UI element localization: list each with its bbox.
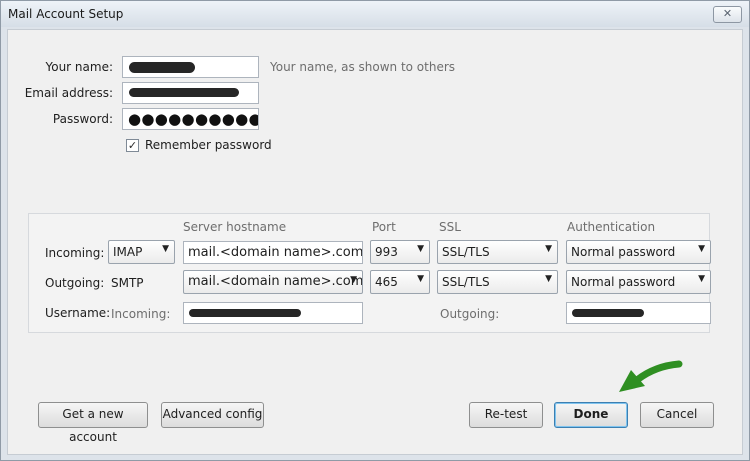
incoming-port-value: 993	[375, 245, 398, 259]
get-new-account-button[interactable]: Get a new account	[38, 402, 148, 444]
advanced-config-label: Advanced config	[162, 407, 263, 421]
header-server-hostname: Server hostname	[183, 220, 287, 234]
username-label: Username:	[45, 306, 111, 320]
outgoing-auth-select[interactable]: Normal password ▼	[566, 270, 711, 294]
incoming-ssl-select[interactable]: SSL/TLS ▼	[437, 240, 558, 264]
close-icon: ✕	[722, 7, 733, 20]
outgoing-ssl-select[interactable]: SSL/TLS ▼	[437, 270, 558, 294]
outgoing-label: Outgoing:	[45, 276, 105, 290]
chevron-down-icon: ▼	[545, 274, 552, 284]
redaction-mark	[129, 62, 195, 73]
incoming-protocol-value: IMAP	[113, 245, 143, 259]
incoming-port-select[interactable]: 993 ▼	[370, 240, 430, 264]
incoming-protocol-select[interactable]: IMAP ▼	[108, 240, 175, 264]
incoming-hostname-value: mail.<domain name>.com	[188, 245, 363, 260]
chevron-down-icon: ▼	[350, 275, 357, 285]
password-mask: ●●●●●●●●●●●●●●●	[128, 110, 258, 128]
outgoing-ssl-value: SSL/TLS	[442, 275, 490, 289]
window-title: Mail Account Setup	[8, 7, 124, 21]
outgoing-protocol: SMTP	[111, 276, 144, 290]
chevron-down-icon: ▼	[162, 244, 169, 254]
outgoing-auth-value: Normal password	[571, 275, 676, 289]
redaction-mark	[189, 309, 301, 317]
outgoing-username-field[interactable]	[566, 302, 711, 324]
get-new-account-label: Get a new account	[62, 407, 124, 444]
chevron-down-icon: ▼	[698, 274, 705, 284]
chevron-down-icon: ▼	[417, 244, 424, 254]
server-settings-panel: Server hostname Port SSL Authentication …	[28, 213, 711, 333]
advanced-config-button[interactable]: Advanced config	[161, 402, 264, 428]
incoming-ssl-value: SSL/TLS	[442, 245, 490, 259]
redaction-mark	[129, 88, 239, 97]
email-field[interactable]	[122, 82, 259, 104]
remember-password-checkbox[interactable]: ✓	[126, 139, 139, 152]
chevron-down-icon: ▼	[417, 274, 424, 284]
green-arrow-icon	[617, 358, 689, 398]
title-bar: Mail Account Setup ✕	[1, 1, 749, 27]
cancel-label: Cancel	[656, 407, 698, 421]
retest-button[interactable]: Re-test	[469, 402, 543, 428]
incoming-auth-value: Normal password	[571, 245, 676, 259]
retest-label: Re-test	[484, 407, 528, 421]
outgoing-hostname-value: mail.<domain name>.com	[188, 274, 363, 289]
header-ssl: SSL	[439, 220, 461, 234]
name-label: Your name:	[45, 60, 113, 74]
done-button[interactable]: Done	[554, 402, 628, 428]
incoming-hostname-field[interactable]: mail.<domain name>.com	[183, 241, 363, 264]
username-outgoing-label: Outgoing:	[440, 307, 500, 321]
chevron-down-icon: ▼	[545, 244, 552, 254]
close-button[interactable]: ✕	[713, 6, 742, 23]
dialog-window: Mail Account Setup ✕ Your name: Your nam…	[0, 0, 750, 461]
outgoing-hostname-combo[interactable]: mail.<domain name>.com ▼	[183, 270, 363, 294]
name-hint: Your name, as shown to others	[270, 60, 456, 74]
redaction-mark	[572, 309, 644, 317]
email-label: Email address:	[24, 86, 113, 100]
incoming-username-field[interactable]	[183, 302, 363, 324]
name-field[interactable]	[122, 56, 259, 78]
header-authentication: Authentication	[567, 220, 656, 234]
chevron-down-icon: ▼	[698, 244, 705, 254]
outgoing-port-value: 465	[375, 275, 398, 289]
incoming-label: Incoming:	[45, 246, 105, 260]
incoming-auth-select[interactable]: Normal password ▼	[566, 240, 711, 264]
header-port: Port	[372, 220, 396, 234]
done-label: Done	[573, 407, 609, 421]
password-label: Password:	[52, 112, 113, 126]
outgoing-port-select[interactable]: 465 ▼	[370, 270, 430, 294]
remember-password-label: Remember password	[145, 138, 272, 152]
cancel-button[interactable]: Cancel	[640, 402, 714, 428]
username-incoming-label: Incoming:	[111, 307, 171, 321]
check-icon: ✓	[127, 139, 138, 152]
password-field[interactable]: ●●●●●●●●●●●●●●●	[122, 108, 259, 130]
